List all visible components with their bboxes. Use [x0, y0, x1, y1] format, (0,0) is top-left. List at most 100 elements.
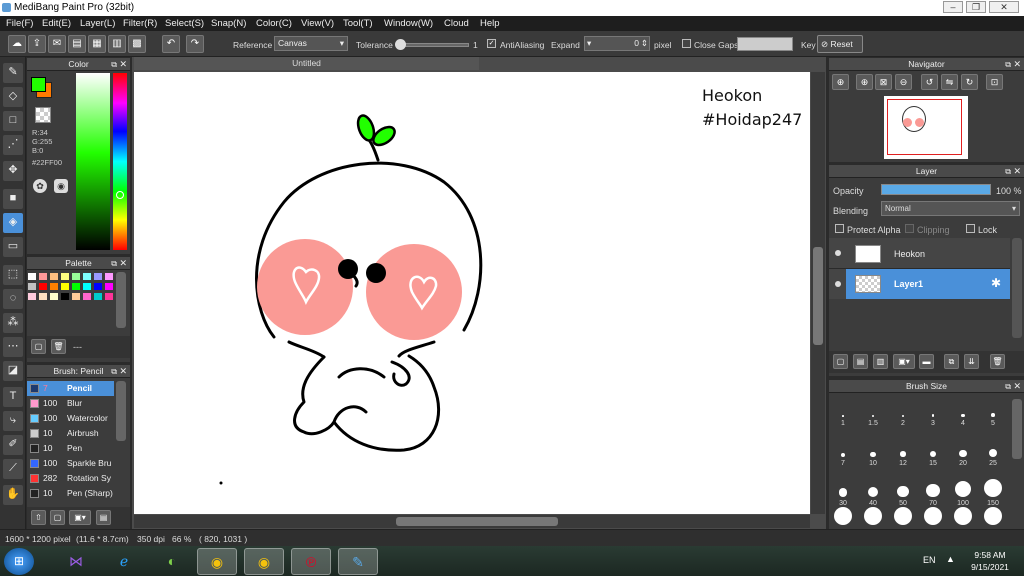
brush-size-option[interactable]: [889, 507, 917, 525]
minimize-button[interactable]: –: [943, 1, 963, 13]
pin-icon[interactable]: ⧉: [1005, 165, 1011, 178]
palette-swatch[interactable]: [50, 293, 58, 300]
protect-alpha-checkbox[interactable]: [835, 224, 844, 233]
gear-icon[interactable]: ✱: [991, 276, 1001, 290]
eye-icon[interactable]: [835, 281, 841, 287]
close-icon[interactable]: ✕: [1013, 58, 1021, 71]
new-halftone-layer-icon[interactable]: ▤: [853, 354, 868, 369]
menu-view[interactable]: View(V): [301, 18, 334, 29]
palette-swatch[interactable]: [83, 283, 91, 290]
select-pen-icon[interactable]: ⋯: [3, 337, 23, 357]
clock[interactable]: 9:58 AM 9/15/2021: [960, 549, 1020, 573]
brush-item[interactable]: 7Pencil✱: [27, 381, 114, 396]
brush-size-option[interactable]: 3: [919, 397, 947, 427]
zoom-in-2-icon[interactable]: ⊕: [856, 74, 873, 90]
brush-size-option[interactable]: 7: [829, 437, 857, 467]
brush-item[interactable]: 100 Blur: [27, 396, 114, 411]
fill-rect-icon[interactable]: ■: [3, 189, 23, 209]
brush-size-option[interactable]: 5: [979, 397, 1007, 427]
brush-item[interactable]: 10 Airbrush: [27, 426, 114, 441]
brush-size-option[interactable]: 70: [919, 477, 947, 507]
palette-swatch[interactable]: [94, 273, 102, 280]
menu-file[interactable]: File(F): [6, 18, 33, 29]
brush-size-scrollbar[interactable]: [1012, 399, 1022, 459]
maximize-button[interactable]: ❐: [966, 1, 986, 13]
brush-size-option[interactable]: 150: [979, 477, 1007, 507]
flip-icon[interactable]: ⇋: [941, 74, 958, 90]
delete-layer-icon[interactable]: 🗑: [990, 354, 1005, 369]
palette-swatch[interactable]: [39, 283, 47, 290]
brush-size-option[interactable]: 2: [889, 397, 917, 427]
document-tab[interactable]: Untitled: [134, 57, 479, 70]
brush-size-option[interactable]: [979, 507, 1007, 525]
select-eraser-icon[interactable]: ◪: [3, 361, 23, 381]
expand-input[interactable]: ▾ 0 ⇕: [584, 36, 650, 51]
palette-swatch[interactable]: [105, 283, 113, 290]
folder-icon[interactable]: ▬: [919, 354, 934, 369]
palette-swatch[interactable]: [83, 293, 91, 300]
merge-layer-icon[interactable]: ⇊: [964, 354, 979, 369]
menu-select[interactable]: Select(S): [165, 18, 204, 29]
pin-icon[interactable]: ⧉: [111, 257, 117, 270]
menu-filter[interactable]: Filter(R): [123, 18, 157, 29]
palette-swatch[interactable]: [39, 293, 47, 300]
brush-size-option[interactable]: 1.5: [859, 397, 887, 427]
opacity-slider[interactable]: [881, 184, 991, 195]
delete-palette-icon[interactable]: 🗑: [51, 339, 66, 354]
brush-size-option[interactable]: 1: [829, 397, 857, 427]
palette-swatch[interactable]: [83, 273, 91, 280]
brush-size-option[interactable]: [949, 507, 977, 525]
gradient-tool-icon[interactable]: ▭: [3, 237, 23, 257]
brush-size-option[interactable]: 10: [859, 437, 887, 467]
brush-item[interactable]: 282 Rotation Sy: [27, 471, 114, 486]
close-icon[interactable]: ✕: [119, 58, 127, 71]
close-icon[interactable]: ✕: [119, 365, 127, 378]
duplicate-layer-icon[interactable]: ⧉: [944, 354, 959, 369]
palette-swatch[interactable]: [28, 293, 36, 300]
menu-edit[interactable]: Edit(E): [42, 18, 71, 29]
palette-scrollbar[interactable]: [116, 272, 126, 328]
palette-swatch[interactable]: [61, 283, 69, 290]
close-icon[interactable]: ✕: [1013, 165, 1021, 178]
add-brush-icon[interactable]: ▣▾: [69, 510, 91, 525]
redo-button[interactable]: ↷: [186, 35, 204, 53]
palette-swatch[interactable]: [28, 283, 36, 290]
close-window-button[interactable]: ✕: [989, 1, 1019, 13]
brush-item[interactable]: 10 Pen: [27, 441, 114, 456]
pin-icon[interactable]: ⧉: [111, 365, 117, 378]
lock-checkbox[interactable]: [966, 224, 975, 233]
palette-swatch[interactable]: [94, 293, 102, 300]
rotate-right-icon[interactable]: ↻: [961, 74, 978, 90]
fit-icon[interactable]: ⊠: [875, 74, 892, 90]
brush-settings-icon[interactable]: ▤: [96, 510, 111, 525]
menu-snap[interactable]: Snap(N): [211, 18, 246, 29]
menu-color[interactable]: Color(C): [256, 18, 292, 29]
horizontal-scrollbar[interactable]: [134, 515, 810, 528]
palette-swatch[interactable]: [39, 273, 47, 280]
transparent-color-swatch[interactable]: [35, 107, 51, 123]
menu-cloud[interactable]: Cloud: [444, 18, 469, 29]
move-tool-icon[interactable]: ✥: [3, 161, 23, 181]
layer-row-layer1[interactable]: Layer1 ✱: [829, 269, 1010, 299]
close-icon[interactable]: ✕: [119, 257, 127, 270]
lasso-tool-icon[interactable]: ◌: [3, 289, 23, 309]
internet-explorer-icon[interactable]: ℯ: [104, 548, 144, 575]
palette-swatch[interactable]: [61, 273, 69, 280]
menu-layer[interactable]: Layer(L): [80, 18, 115, 29]
navigator-viewport[interactable]: [887, 99, 962, 155]
menu-tool[interactable]: Tool(T): [343, 18, 373, 29]
brush-size-option[interactable]: 20: [949, 437, 977, 467]
brush-size-option[interactable]: 50: [889, 477, 917, 507]
menu-window[interactable]: Window(W): [384, 18, 433, 29]
undo-button[interactable]: ↶: [162, 35, 180, 53]
chrome-icon[interactable]: ◉: [197, 548, 237, 575]
layer-row-heokon[interactable]: Heokon: [829, 238, 1010, 269]
palette-swatch[interactable]: [28, 273, 36, 280]
palette-swatch[interactable]: [94, 283, 102, 290]
brush-size-option[interactable]: 4: [949, 397, 977, 427]
menu-help[interactable]: Help: [480, 18, 500, 29]
medibang-icon[interactable]: ✎: [338, 548, 378, 575]
brush-size-option[interactable]: 40: [859, 477, 887, 507]
brush-size-option[interactable]: 30: [829, 477, 857, 507]
clipping-checkbox[interactable]: [905, 224, 914, 233]
